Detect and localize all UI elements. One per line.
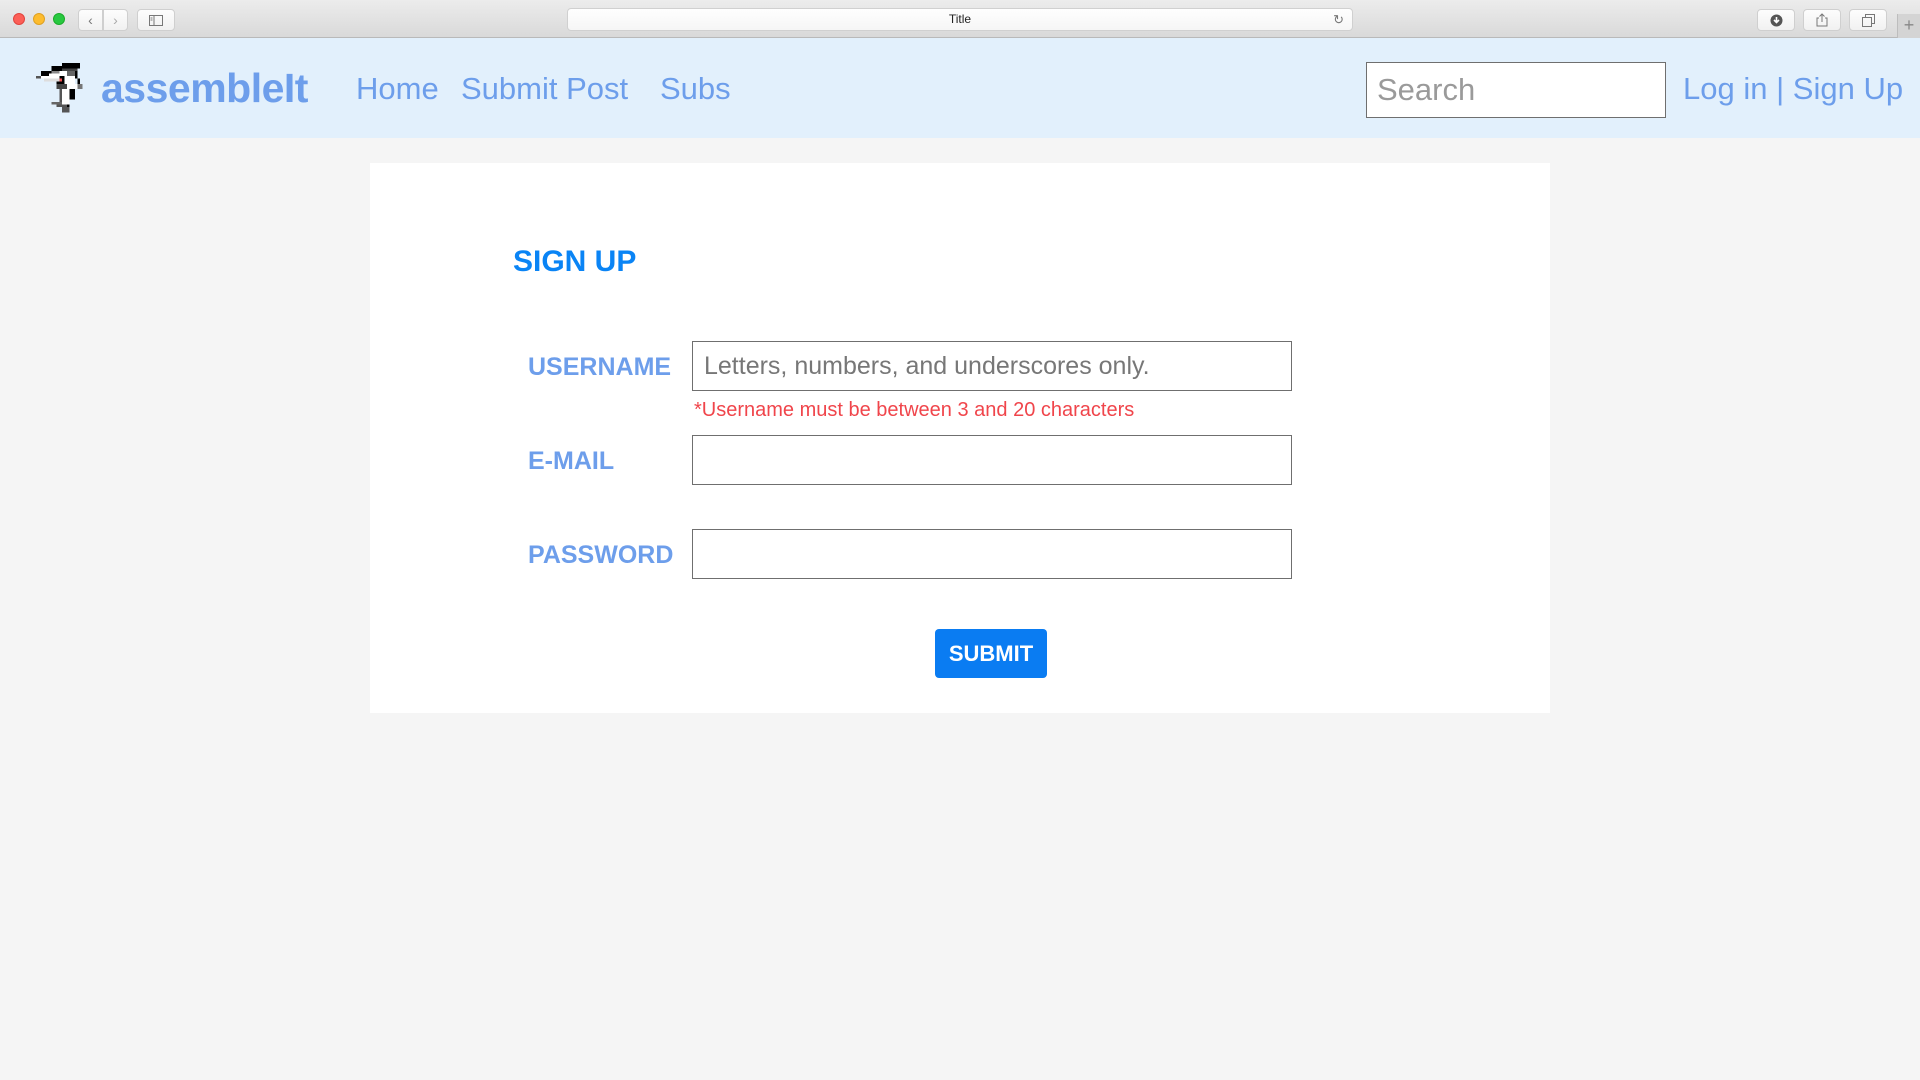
download-icon — [1770, 14, 1782, 26]
page-title: SIGN UP — [513, 245, 637, 278]
forward-button[interactable]: › — [103, 9, 128, 31]
email-field[interactable] — [692, 435, 1292, 485]
nav-subs[interactable]: Subs — [660, 71, 731, 107]
share-button[interactable] — [1803, 9, 1841, 31]
browser-toolbar: ‹ › Title ↻ + — [0, 0, 1920, 38]
username-label: USERNAME — [528, 353, 672, 381]
auth-separator: | — [1776, 71, 1785, 106]
share-icon — [1816, 13, 1828, 27]
nav-home[interactable]: Home — [356, 71, 439, 107]
submit-button[interactable]: SUBMIT — [935, 629, 1047, 678]
signup-link[interactable]: Sign Up — [1793, 71, 1903, 106]
nav-submit-post[interactable]: Submit Post — [461, 71, 628, 107]
reload-icon[interactable]: ↻ — [1333, 9, 1344, 30]
minimize-window-button[interactable] — [33, 13, 45, 25]
username-field[interactable] — [692, 341, 1292, 391]
tab-overview-button[interactable] — [1849, 9, 1887, 31]
auth-links: Log in | Sign Up — [1683, 71, 1903, 107]
shark-logo-icon[interactable] — [36, 58, 98, 120]
page-title-text: Title — [948, 12, 972, 26]
downloads-button[interactable] — [1757, 9, 1795, 31]
password-field[interactable] — [692, 529, 1292, 579]
tabs-overview-icon — [1861, 13, 1875, 27]
back-button[interactable]: ‹ — [78, 9, 103, 31]
email-label: E-MAIL — [528, 447, 615, 475]
search-input[interactable] — [1366, 62, 1666, 118]
brand-name[interactable]: assembleIt — [101, 65, 308, 112]
password-label: PASSWORD — [528, 541, 674, 569]
chevron-right-icon: › — [113, 12, 118, 28]
chevron-left-icon: ‹ — [88, 12, 93, 28]
signup-card: SIGN UP USERNAME *Username must be betwe… — [370, 163, 1550, 713]
fullscreen-window-button[interactable] — [53, 13, 65, 25]
address-bar[interactable]: Title ↻ — [567, 8, 1353, 31]
new-tab-button[interactable]: + — [1897, 14, 1920, 38]
close-window-button[interactable] — [13, 13, 25, 25]
site-header: assembleIt Home Submit Post Subs Log in … — [0, 38, 1920, 138]
plus-icon: + — [1903, 15, 1915, 35]
login-link[interactable]: Log in — [1683, 71, 1767, 106]
sidebar-icon — [149, 14, 163, 26]
sidebar-toggle-button[interactable] — [137, 9, 175, 31]
username-error: *Username must be between 3 and 20 chara… — [694, 399, 1135, 421]
